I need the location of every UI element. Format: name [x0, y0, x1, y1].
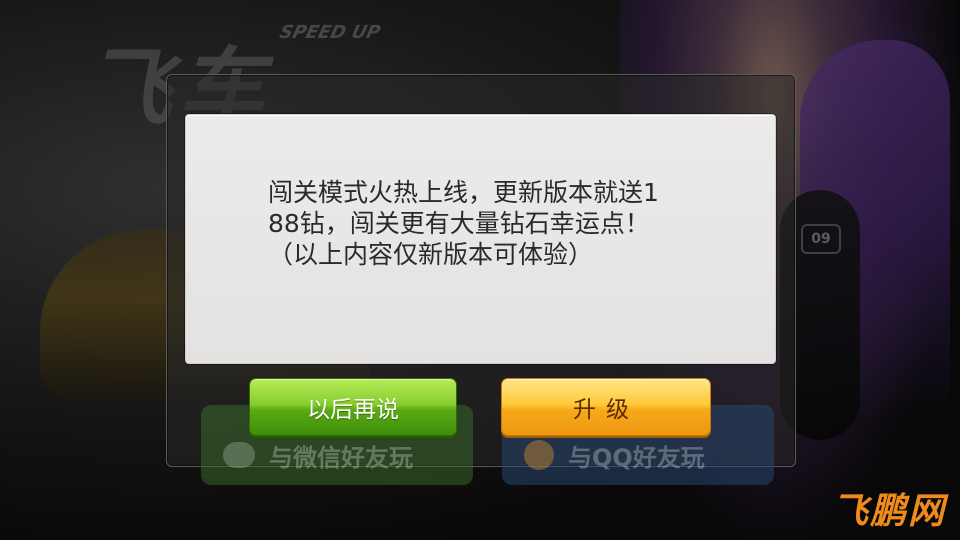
message-line: 闯关模式火热上线，更新版本就送1 — [268, 178, 659, 207]
share-wechat-label: 与微信好友玩 — [269, 443, 413, 472]
site-watermark: 飞鹏网 — [831, 491, 946, 532]
message-line: 88钻，闯关更有大量钻石幸运点！ — [268, 209, 650, 238]
dialog-message: 闯关模式火热上线，更新版本就送1 88钻，闯关更有大量钻石幸运点！ （以上内容仅… — [268, 177, 708, 270]
update-dialog: 闯关模式火热上线，更新版本就送1 88钻，闯关更有大量钻石幸运点！ （以上内容仅… — [185, 114, 776, 364]
upgrade-button[interactable]: 升级 — [501, 378, 711, 436]
message-line: （以上内容仅新版本可体验） — [268, 240, 594, 269]
wechat-icon — [223, 442, 255, 468]
later-button[interactable]: 以后再说 — [249, 378, 457, 436]
qq-icon — [524, 440, 554, 470]
share-qq-label: 与QQ好友玩 — [568, 443, 705, 472]
later-button-label: 以后再说 — [307, 397, 399, 423]
upgrade-button-label: 升级 — [573, 397, 639, 423]
